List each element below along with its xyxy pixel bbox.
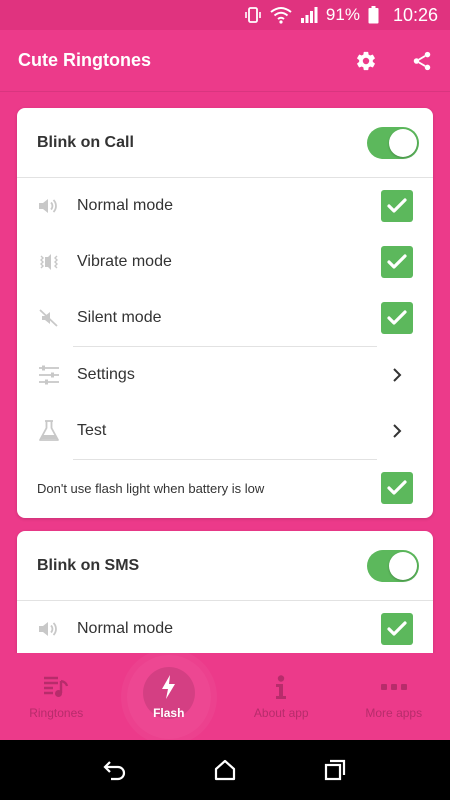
- card-header: Blink on SMS: [17, 531, 433, 601]
- back-icon: [103, 761, 126, 781]
- mode-row-normal[interactable]: Normal mode: [17, 178, 433, 234]
- app-bar: Cute Ringtones: [0, 30, 450, 92]
- mode-row-silent[interactable]: Silent mode: [17, 290, 433, 346]
- recents-icon: [324, 759, 346, 781]
- vibrate-status-icon: [244, 6, 262, 24]
- mode-label: Normal mode: [77, 620, 174, 637]
- home-button[interactable]: [205, 750, 245, 790]
- mode-row-normal[interactable]: Normal mode: [17, 601, 433, 653]
- checkmark-icon: [387, 480, 407, 495]
- normal-mode-checkbox[interactable]: [381, 190, 413, 222]
- flask-icon: [37, 419, 61, 443]
- main-content[interactable]: Blink on Call Normal mode Vibrate mode S…: [0, 92, 450, 653]
- blink-on-call-card: Blink on Call Normal mode Vibrate mode S…: [17, 108, 433, 518]
- card-title: Blink on SMS: [37, 556, 140, 574]
- share-button[interactable]: [394, 30, 450, 92]
- sliders-icon: [37, 363, 61, 387]
- checkmark-icon: [387, 621, 407, 636]
- mode-label: Vibrate mode: [77, 253, 172, 270]
- chevron-right-icon: [381, 415, 413, 447]
- speaker-icon: [37, 194, 61, 218]
- vibrate-mode-checkbox[interactable]: [381, 246, 413, 278]
- music-list-icon: [43, 674, 69, 700]
- battery-option-label: Don't use flash light when battery is lo…: [37, 480, 265, 496]
- nav-ringtones[interactable]: Ringtones: [0, 653, 113, 740]
- gear-icon: [357, 51, 375, 70]
- recents-button[interactable]: [315, 750, 355, 790]
- info-icon: [275, 674, 287, 700]
- battery-option-row[interactable]: Don't use flash light when battery is lo…: [17, 460, 433, 516]
- silent-mode-checkbox[interactable]: [381, 302, 413, 334]
- checkmark-icon: [387, 310, 407, 325]
- checkmark-icon: [387, 198, 407, 213]
- blink-on-call-toggle[interactable]: [367, 126, 419, 159]
- nav-label: More apps: [365, 705, 423, 720]
- status-bar: 91% 10:26: [0, 0, 450, 30]
- test-label: Test: [77, 422, 107, 439]
- clock: 10:26: [392, 4, 438, 25]
- mode-label: Normal mode: [77, 197, 174, 214]
- settings-row[interactable]: Settings: [17, 347, 433, 403]
- normal-mode-checkbox[interactable]: [381, 613, 413, 645]
- nav-label: Flash: [153, 705, 185, 720]
- battery-icon: [368, 6, 379, 24]
- toggle-knob: [389, 128, 417, 157]
- checkmark-icon: [387, 254, 407, 269]
- nav-about-app[interactable]: About app: [225, 653, 338, 740]
- more-icon: [380, 674, 407, 700]
- back-button[interactable]: [95, 750, 135, 790]
- blink-on-sms-card: Blink on SMS Normal mode: [17, 531, 433, 653]
- nav-label: About app: [253, 705, 309, 720]
- toggle-knob: [389, 551, 417, 580]
- battery-option-checkbox[interactable]: [381, 472, 413, 504]
- settings-button[interactable]: [338, 30, 394, 92]
- battery-percent: 91%: [325, 5, 360, 24]
- vibrate-icon: [37, 250, 61, 274]
- bottom-navigation: Ringtones Flash About app More apps: [0, 653, 450, 740]
- lightning-icon: [161, 674, 177, 700]
- blink-on-sms-toggle[interactable]: [367, 549, 419, 582]
- mode-row-vibrate[interactable]: Vibrate mode: [17, 234, 433, 290]
- card-header: Blink on Call: [17, 108, 433, 178]
- test-row[interactable]: Test: [17, 403, 433, 459]
- card-title: Blink on Call: [37, 133, 134, 151]
- system-navigation-bar: [0, 740, 450, 800]
- app-title: Cute Ringtones: [18, 50, 151, 70]
- settings-label: Settings: [77, 366, 135, 383]
- share-icon: [413, 51, 431, 70]
- nav-flash[interactable]: Flash: [113, 653, 226, 740]
- mute-icon: [37, 306, 61, 330]
- chevron-right-icon: [381, 359, 413, 391]
- mode-label: Silent mode: [77, 309, 162, 326]
- home-icon: [214, 759, 236, 781]
- nav-more-apps[interactable]: More apps: [338, 653, 450, 740]
- speaker-icon: [37, 617, 61, 641]
- nav-label: Ringtones: [29, 705, 84, 720]
- wifi-icon: [270, 6, 292, 24]
- signal-icon: [300, 7, 318, 23]
